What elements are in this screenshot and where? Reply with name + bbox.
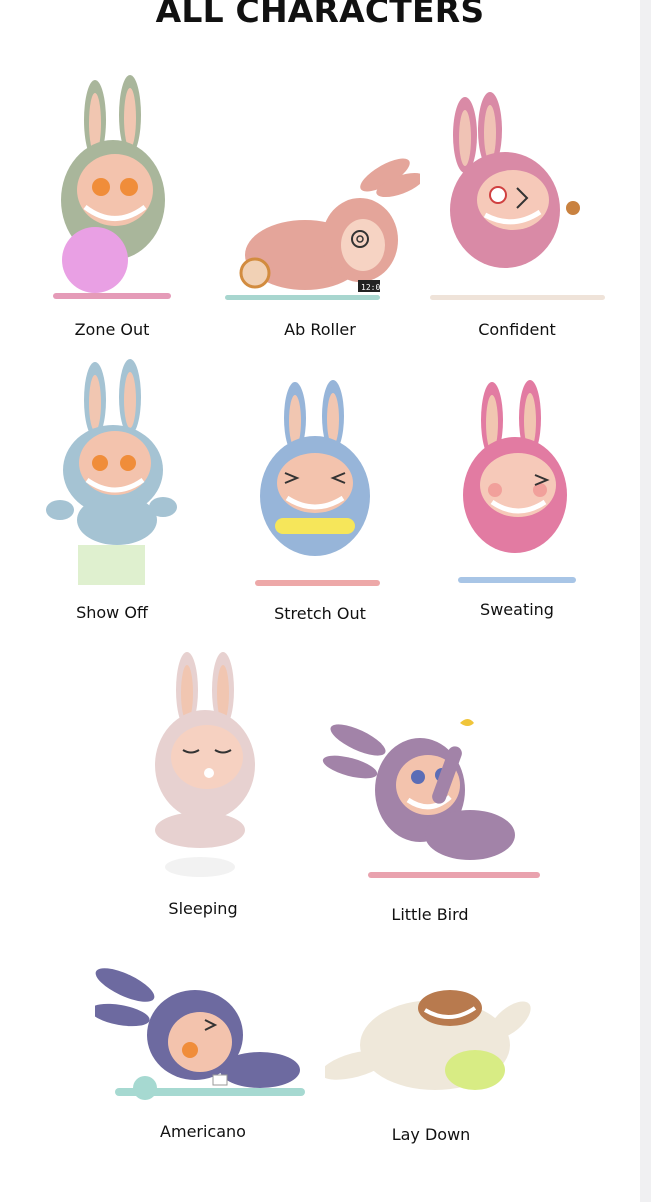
- character-figure-sleeping: [155, 652, 255, 877]
- character-card-stretch-out[interactable]: Stretch Out: [245, 378, 395, 628]
- character-name: Lay Down: [391, 1125, 471, 1144]
- character-name: Show Off: [76, 603, 148, 622]
- character-figure-lay-down: [325, 990, 531, 1090]
- character-card-confident[interactable]: Confident: [425, 90, 615, 339]
- character-card-americano[interactable]: Americano: [95, 960, 310, 1145]
- character-name: Confident: [478, 320, 556, 339]
- svg-text:12:00: 12:00: [361, 283, 385, 292]
- character-figure-stretch-out: [255, 380, 380, 586]
- character-name: Stretch Out: [274, 604, 366, 623]
- character-figure-sweating: [458, 380, 576, 583]
- character-figure-little-bird: [322, 719, 540, 878]
- page-title: ALL CHARACTERS: [155, 0, 485, 30]
- character-name: Sleeping: [168, 899, 238, 918]
- character-card-sleeping[interactable]: Sleeping: [135, 645, 270, 925]
- character-card-zone-out[interactable]: Zone Out: [45, 65, 185, 339]
- character-name: Ab Roller: [284, 320, 356, 339]
- character-name: Sweating: [480, 600, 554, 619]
- character-name: Little Bird: [391, 905, 469, 924]
- character-name: Americano: [160, 1122, 246, 1141]
- character-figure-confident: [430, 92, 605, 300]
- character-card-show-off[interactable]: Show Off: [45, 355, 185, 625]
- scrollbar-track[interactable]: [640, 0, 651, 1202]
- character-card-sweating[interactable]: Sweating: [450, 380, 590, 625]
- character-card-little-bird[interactable]: Little Bird: [320, 715, 545, 930]
- character-figure-americano: [95, 968, 305, 1100]
- character-figure-show-off: [46, 359, 177, 585]
- character-card-ab-roller[interactable]: 12:00 Ab Roller: [220, 145, 420, 339]
- character-figure-ab-roller: 12:00: [225, 158, 420, 300]
- character-card-lay-down[interactable]: Lay Down: [325, 980, 545, 1150]
- character-name: Zone Out: [74, 320, 150, 339]
- character-figure-zone-out: [53, 75, 171, 299]
